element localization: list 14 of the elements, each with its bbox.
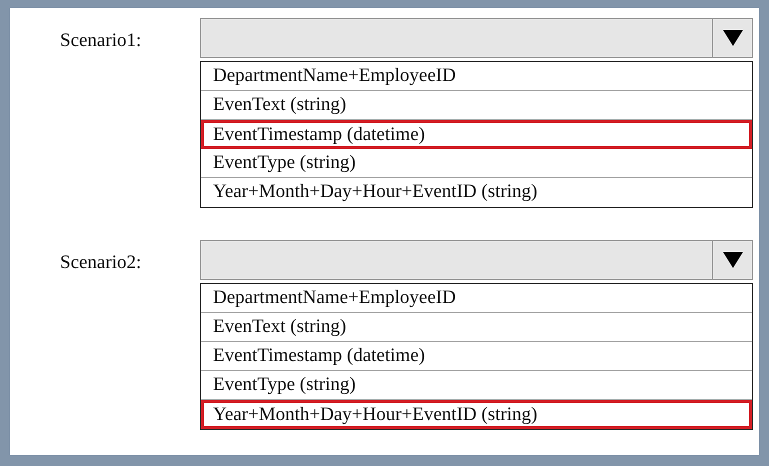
scenario-label: Scenario1: xyxy=(59,29,142,53)
dropdown-option[interactable]: EventTimestamp (datetime) xyxy=(201,342,752,371)
scenario-label: Scenario2: xyxy=(59,251,142,275)
dropdown-option[interactable]: DepartmentName+EmployeeID xyxy=(201,284,752,313)
dropdown-option[interactable]: EventTimestamp (datetime) xyxy=(201,120,752,149)
caret-icon xyxy=(722,252,742,268)
caret-icon xyxy=(722,30,742,46)
dropdown-option[interactable]: Year+Month+Day+Hour+EventID (string) xyxy=(201,178,752,207)
dropdown-option[interactable]: Year+Month+Day+Hour+EventID (string) xyxy=(201,400,752,429)
dropdown-option[interactable]: EventType (string) xyxy=(201,149,752,178)
dropdown-option[interactable]: EvenText (string) xyxy=(201,91,752,120)
dropdown-option[interactable]: EventType (string) xyxy=(201,371,752,400)
dropdown-option[interactable]: DepartmentName+EmployeeID xyxy=(201,62,752,91)
dropdown-option[interactable]: EvenText (string) xyxy=(201,313,752,342)
